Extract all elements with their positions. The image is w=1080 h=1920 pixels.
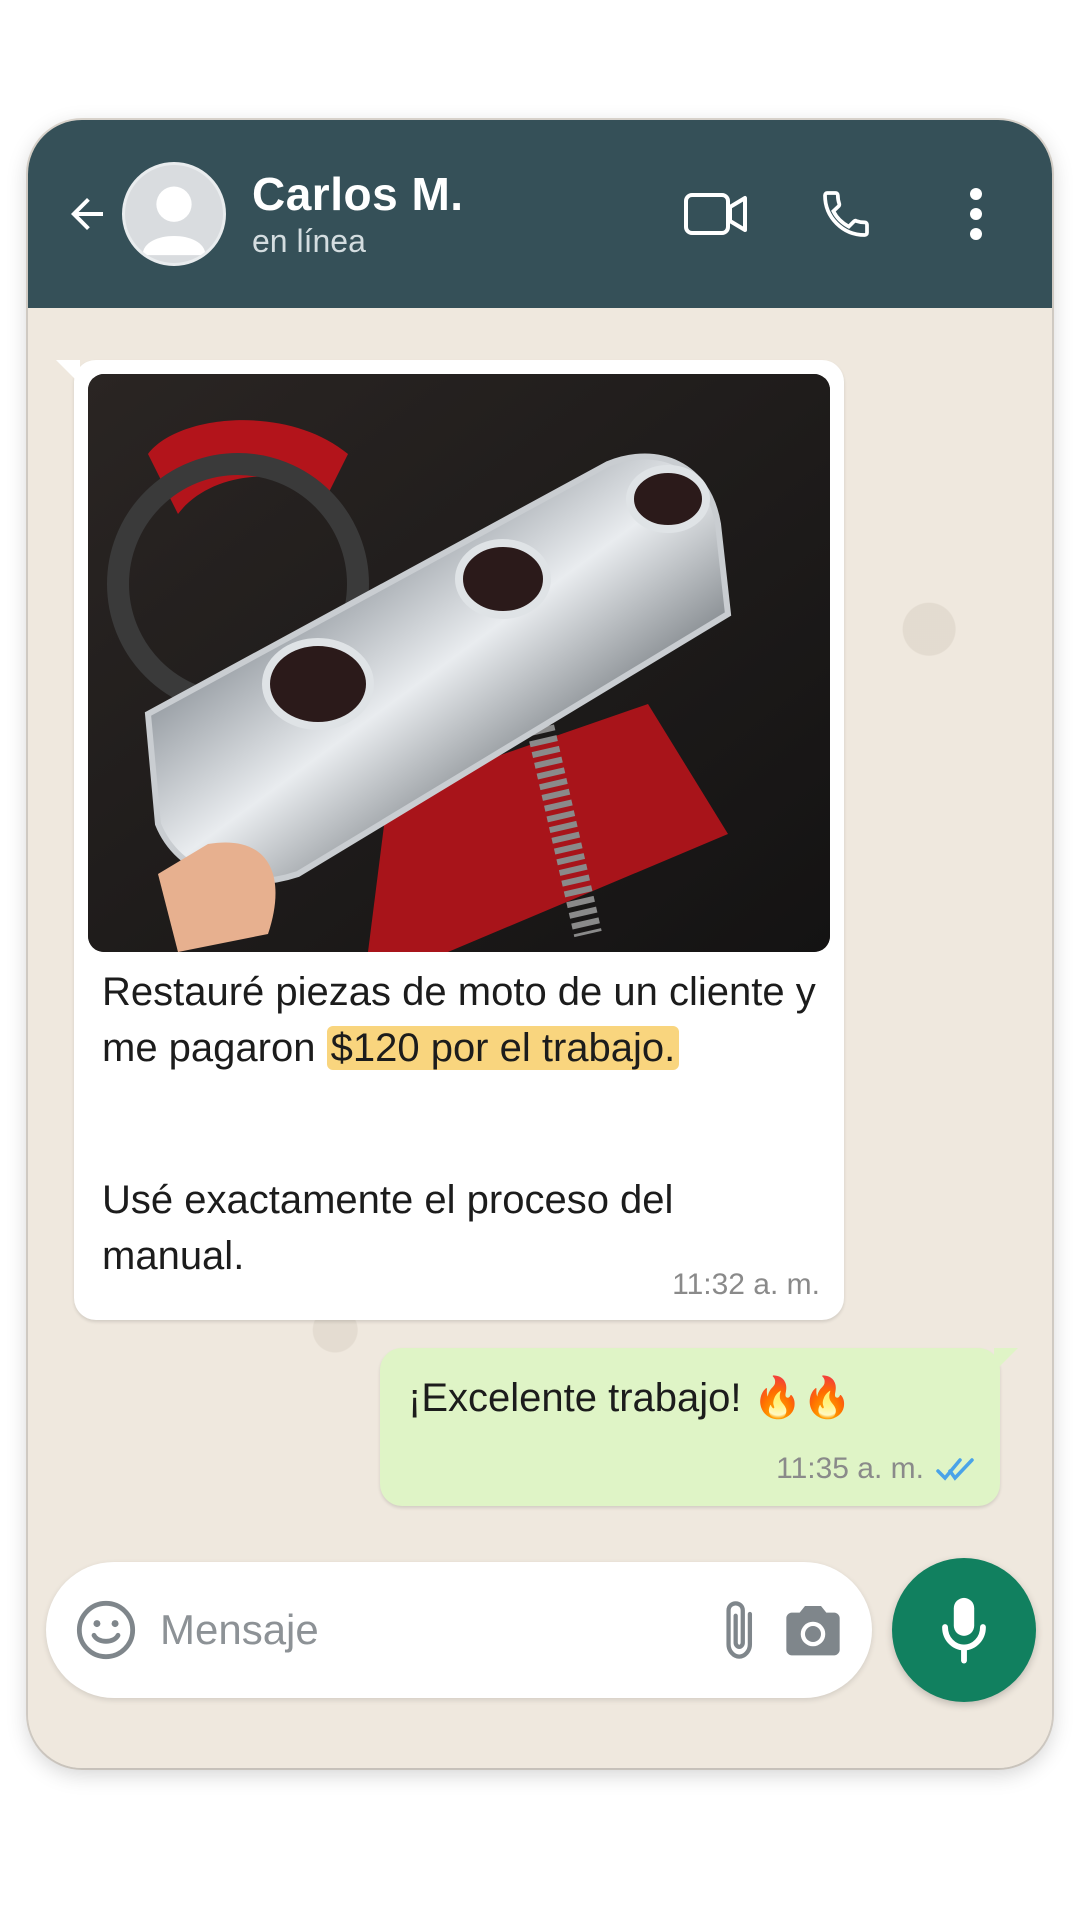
emoji-button[interactable] (74, 1594, 138, 1666)
more-options-button[interactable] (928, 166, 1024, 262)
contact-name: Carlos M. (252, 168, 464, 220)
chat-area: Restauré piezas de moto de un cliente y … (28, 308, 1052, 1768)
highlighted-amount: $120 por el trabajo. (326, 1026, 680, 1070)
message-photo[interactable] (88, 374, 830, 952)
voice-message-button[interactable] (892, 1558, 1036, 1702)
mic-icon (942, 1597, 986, 1664)
contact-info[interactable]: Carlos M. en línea (252, 167, 634, 261)
contact-status: en línea (252, 223, 366, 259)
message-time: 11:32 a. m. (672, 1268, 820, 1301)
double-check-icon (936, 1458, 974, 1481)
message-paragraph-1: Restauré piezas de moto de un cliente y … (102, 964, 822, 1076)
composer-bar (46, 1562, 872, 1698)
outgoing-meta: 11:35 a. m. (776, 1452, 976, 1486)
camera-button[interactable] (781, 1594, 845, 1666)
voice-call-button[interactable] (798, 166, 894, 262)
outgoing-time: 11:35 a. m. (776, 1452, 924, 1485)
back-button[interactable] (56, 183, 118, 245)
chat-screen: Carlos M. en línea Restauré piezas de mo… (28, 120, 1052, 1768)
outgoing-message[interactable]: ¡Excelente trabajo! 🔥🔥 11:35 a. m. (380, 1348, 1018, 1506)
motorcycle-part-image (88, 374, 830, 952)
back-arrow-icon (71, 198, 103, 230)
message-input[interactable] (160, 1606, 701, 1654)
emoji-icon (76, 1600, 136, 1660)
default-avatar-icon (142, 186, 206, 256)
phone-icon (823, 191, 869, 237)
more-vert-icon (970, 188, 982, 240)
avatar[interactable] (122, 162, 226, 266)
video-call-icon (684, 193, 747, 235)
chat-header: Carlos M. en línea (28, 120, 1052, 308)
attach-button[interactable] (719, 1594, 763, 1666)
incoming-message[interactable]: Restauré piezas de moto de un cliente y … (56, 360, 844, 1320)
video-call-button[interactable] (668, 166, 764, 262)
attach-icon (726, 1601, 753, 1659)
outgoing-message-text: ¡Excelente trabajo! 🔥🔥 (408, 1376, 853, 1420)
camera-icon (786, 1606, 840, 1656)
